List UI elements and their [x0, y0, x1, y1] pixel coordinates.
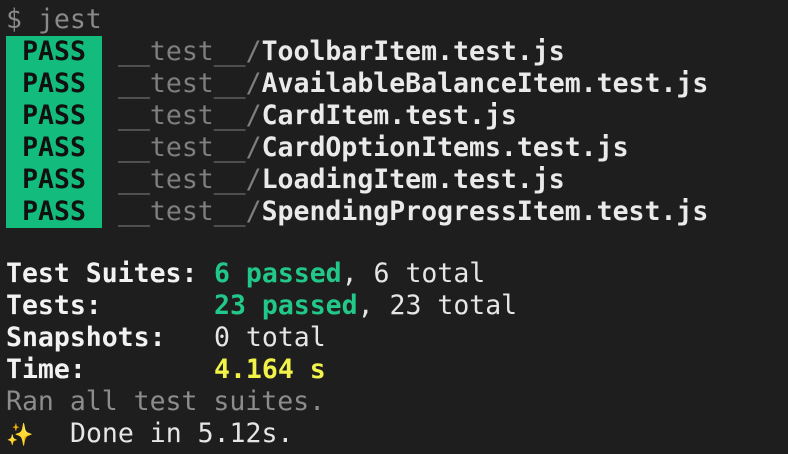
ran-all-message: Ran all test suites. [6, 386, 326, 417]
pass-badge: PASS [6, 36, 102, 68]
pass-badge: PASS [6, 132, 102, 164]
summary-label: Tests: [6, 290, 102, 321]
test-dir: __test__/ [118, 164, 262, 195]
suites-passed: 6 passed [214, 258, 342, 289]
test-dir: __test__/ [118, 36, 262, 67]
test-file: CardOptionItems.test.js [261, 132, 629, 163]
test-file: AvailableBalanceItem.test.js [261, 68, 709, 99]
summary-label: Time: [6, 354, 86, 385]
summary-suites: Test Suites: 6 passed, 6 total [6, 258, 788, 290]
summary-time: Time: 4.164 s [6, 354, 788, 386]
suites-total: , 6 total [341, 258, 486, 289]
pass-badge: PASS [6, 100, 102, 132]
summary-label: Test Suites: [6, 258, 198, 289]
sparkles-icon: ✨ [6, 423, 34, 448]
test-file: ToolbarItem.test.js [261, 36, 565, 67]
summary-tests: Tests: 23 passed, 23 total [6, 290, 788, 322]
test-dir: __test__/ [118, 132, 262, 163]
test-file: CardItem.test.js [261, 100, 517, 131]
test-file: SpendingProgressItem.test.js [261, 196, 709, 227]
test-result-row: PASS __test__/ToolbarItem.test.js [6, 36, 788, 68]
test-result-row: PASS __test__/CardOptionItems.test.js [6, 132, 788, 164]
command-text: jest [37, 4, 102, 35]
snapshots-value: 0 total [214, 322, 326, 353]
pass-badge: PASS [6, 196, 102, 228]
pass-badge: PASS [6, 68, 102, 100]
terminal-window[interactable]: $ jest PASS __test__/ToolbarItem.test.js … [0, 0, 788, 454]
done-message: Done in 5.12s. [70, 418, 294, 449]
test-result-row: PASS __test__/AvailableBalanceItem.test.j… [6, 68, 788, 100]
time-value: 4.164 s [214, 354, 326, 385]
command-line: $ jest [6, 4, 788, 36]
test-result-row: PASS __test__/LoadingItem.test.js [6, 164, 788, 196]
test-result-row: PASS __test__/CardItem.test.js [6, 100, 788, 132]
test-dir: __test__/ [118, 196, 262, 227]
shell-prompt: $ [6, 4, 22, 35]
test-dir: __test__/ [118, 100, 262, 131]
tests-passed: 23 passed [214, 290, 358, 321]
test-dir: __test__/ [118, 68, 262, 99]
summary-label: Snapshots: [6, 322, 166, 353]
tests-total: , 23 total [357, 290, 518, 321]
test-result-row: PASS __test__/SpendingProgressItem.test.j… [6, 196, 788, 228]
summary-snapshots: Snapshots: 0 total [6, 322, 788, 354]
done-line: ✨ Done in 5.12s. [6, 418, 788, 450]
pass-badge: PASS [6, 164, 102, 196]
test-file: LoadingItem.test.js [261, 164, 565, 195]
